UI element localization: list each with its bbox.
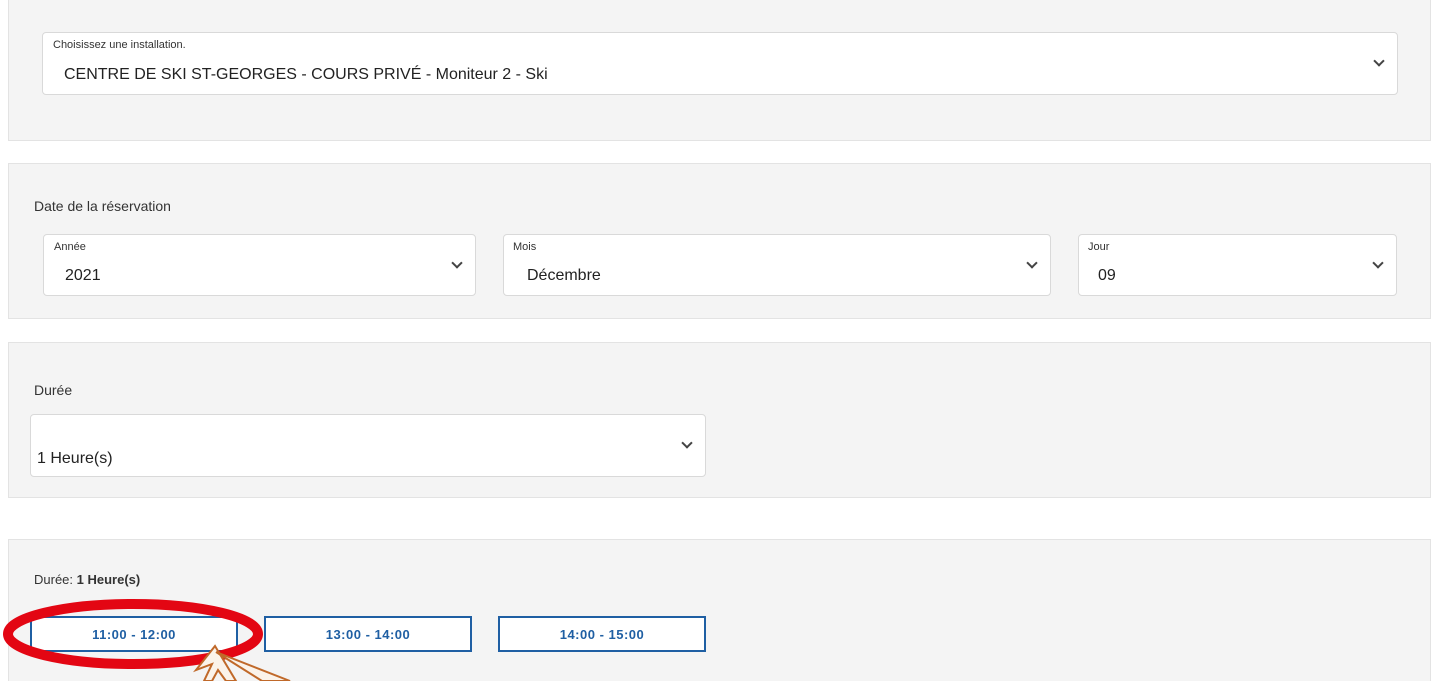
year-value: 2021 (65, 267, 101, 284)
month-label: Mois (513, 241, 537, 253)
date-section-label: Date de la réservation (34, 198, 171, 214)
duration-value: 1 Heure(s) (37, 450, 113, 467)
chevron-down-icon (1373, 55, 1385, 67)
timeslot-button-2[interactable]: 13:00 - 14:00 (264, 616, 472, 652)
installation-select[interactable]: Choisissez une installation. CENTRE DE S… (42, 32, 1398, 95)
duration-summary: Durée: 1 Heure(s) (34, 572, 140, 587)
timeslot-panel (8, 539, 1431, 681)
timeslot-button-1[interactable]: 11:00 - 12:00 (30, 616, 238, 652)
month-select[interactable]: Mois Décembre (503, 234, 1051, 296)
day-label: Jour (1088, 241, 1110, 253)
duration-summary-value: 1 Heure(s) (76, 572, 141, 587)
duration-select[interactable]: 1 Heure(s) (30, 414, 706, 477)
duration-summary-prefix: Durée: (34, 572, 77, 587)
installation-value: CENTRE DE SKI ST-GEORGES - COURS PRIVÉ -… (64, 66, 548, 83)
day-select[interactable]: Jour 09 (1078, 234, 1397, 296)
chevron-down-icon (451, 257, 463, 269)
chevron-down-icon (681, 437, 693, 449)
timeslot-button-3[interactable]: 14:00 - 15:00 (498, 616, 706, 652)
year-select[interactable]: Année 2021 (43, 234, 476, 296)
year-label: Année (54, 241, 86, 253)
chevron-down-icon (1372, 257, 1384, 269)
month-value: Décembre (527, 267, 601, 284)
duration-section-label: Durée (34, 382, 73, 398)
day-value: 09 (1098, 267, 1116, 284)
chevron-down-icon (1026, 257, 1038, 269)
installation-label: Choisissez une installation. (53, 39, 186, 51)
